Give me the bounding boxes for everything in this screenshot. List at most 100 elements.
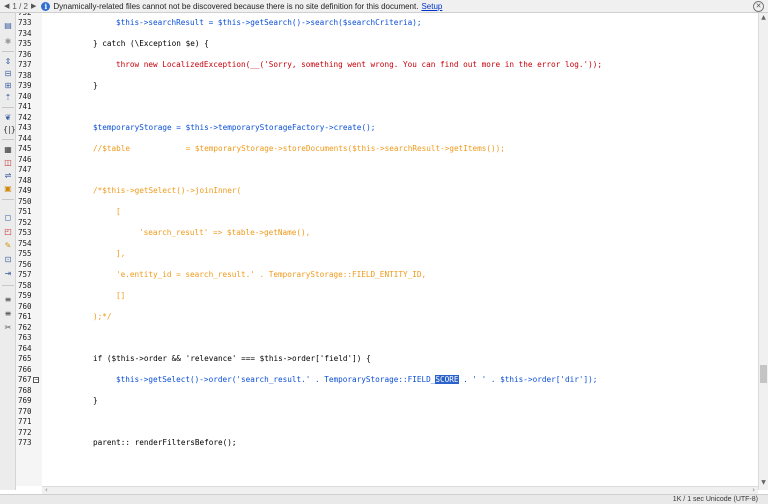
format-source-icon[interactable]: ≡ [3,309,13,318]
code-text: } catch (\Exception $e) { [93,39,209,48]
code-line-739: } [93,81,98,92]
scroll-up-icon[interactable]: ▲ [760,14,767,21]
indent-code-icon[interactable]: ⇥ [3,269,13,278]
toolbar-separator [2,51,14,52]
move-css-icon[interactable]: ⊡ [3,255,13,264]
collapse-selection-icon[interactable]: ⊞ [3,81,13,90]
line-number: 737 [18,60,32,69]
line-number: 747 [18,165,32,174]
code-text: throw new LocalizedException(__('Sorry, … [116,60,602,69]
info-bar: ◀ 1 / 2 ▶ i Dynamically-related files ca… [0,0,768,13]
line-number: 733 [18,18,32,27]
line-number: 761 [18,312,32,321]
line-number: 746 [18,154,32,164]
code-text: $this->searchResult = $this->getSearch()… [116,18,422,27]
show-code-navigator-icon[interactable]: ✱ [3,37,13,46]
vertical-scrollbar[interactable]: ▲ ▼ [758,13,768,490]
code-text: $this->getSelect()->order('search_result… [116,375,436,384]
next-arrow-icon[interactable]: ▶ [31,0,36,13]
code-line-769: } [93,396,98,407]
line-number: 736 [18,49,32,59]
line-number: 768 [18,385,32,395]
collapse-full-tag-icon[interactable]: ⊟ [3,69,13,78]
line-number: 759 [18,291,32,300]
highlight-invalid-code-icon[interactable]: ▦ [3,145,13,154]
line-number: 766 [18,364,32,374]
line-number: 764 [18,343,32,353]
line-number: 772 [18,427,32,437]
code-line-751: [ [116,207,121,218]
outdent-code-icon[interactable]: ≡ [3,295,13,304]
toolbar-separator [2,107,14,108]
code-text: );*/ [93,312,112,321]
setup-link[interactable]: Setup [421,0,442,13]
line-number: 755 [18,249,32,258]
code-line-753: 'search_result' => $table->getName(), [139,228,310,239]
code-line-755: ], [116,249,125,260]
line-number: 770 [18,406,32,416]
line-number: 744 [18,133,32,143]
line-number: 751 [18,207,32,216]
info-icon: i [41,1,51,11]
code-line-765: if ($this->order && 'relevance' === $thi… [93,354,371,365]
vertical-scroll-thumb[interactable] [760,365,767,383]
line-number: 756 [18,259,32,269]
code-line-761: );*/ [93,312,112,323]
code-text: } [93,81,98,90]
code-text: ], [116,249,126,258]
code-line-743: $temporaryStorage = $this->temporaryStor… [93,123,375,134]
code-text: [ [116,207,121,216]
toolbar-separator [2,285,14,286]
coding-toolbar: ▤ ✱ ⇕ ⊟ ⊞ ⇡ ❦ {|} ▦ ◫ ⇌ ▣ ◻ ◰ ✎ ⊡ ⇥ ≡ ≡ … [0,13,16,490]
line-number: 771 [18,417,32,426]
scroll-left-icon[interactable]: ‹ [45,486,48,494]
select-parent-tag-icon[interactable]: ⇡ [3,93,13,102]
code-text: 'e.entity_id = search_result.' . Tempora… [116,270,427,279]
line-number: 769 [18,396,32,405]
expand-all-icon[interactable]: ⇕ [3,57,13,66]
scroll-right-icon[interactable]: › [752,486,755,494]
selected-text[interactable]: SCORE [435,375,459,384]
apply-comment-icon[interactable]: ▣ [3,184,13,193]
code-line-735: } catch (\Exception $e) { [93,39,209,50]
line-numbers-icon[interactable]: {|} [3,125,16,134]
word-wrap-icon[interactable]: ⇌ [3,171,13,180]
line-number: 757 [18,270,32,279]
line-number: 734 [18,28,32,38]
line-number: 767 [18,375,32,384]
horizontal-scrollbar[interactable]: ‹ › [42,486,758,494]
line-number: 739 [18,81,32,90]
code-text: } [93,396,98,405]
info-message: Dynamically-related files cannot not be … [53,1,419,11]
code-text: /*$this->getSelect()->joinInner( [93,186,242,195]
previous-arrow-icon[interactable]: ◀ [4,0,9,13]
line-number: 740 [18,91,32,101]
fold-toggle-icon[interactable]: − [33,377,39,383]
line-number: 752 [18,217,32,227]
code-text: . ' ' . $this->order['dir']); [458,375,598,384]
line-number: 763 [18,333,32,342]
line-number: 760 [18,301,32,311]
line-number: 765 [18,354,32,363]
line-number-gutter[interactable]: 7327337347357367377387397407417427437447… [16,13,42,486]
close-icon[interactable]: ✕ [753,1,764,12]
syntax-coloring-icon[interactable]: ◫ [3,158,13,167]
open-documents-icon[interactable]: ▤ [3,21,13,30]
code-text: [] [116,291,126,300]
status-bar: 1K / 1 sec Unicode (UTF-8) [0,494,768,504]
apply-source-formatting-icon[interactable]: ✂ [3,323,13,332]
code-line-745: //$table = $temporaryStorage->storeDocum… [93,144,505,155]
line-number: 743 [18,123,32,132]
remove-comment-icon[interactable]: ◻ [3,213,13,222]
line-number: 749 [18,186,32,195]
line-number: 750 [18,196,32,206]
balance-braces-icon[interactable]: ❦ [3,113,13,122]
code-line-757: 'e.entity_id = search_result.' . Tempora… [116,270,426,281]
related-files-nav: ◀ 1 / 2 ▶ [0,0,36,13]
toolbar-separator [2,199,14,200]
wrap-tag-icon[interactable]: ◰ [3,227,13,236]
recent-snippets-icon[interactable]: ✎ [3,241,13,250]
code-editor[interactable]: $this->searchResult = $this->getSearch()… [42,13,758,486]
code-text: 'search_result' => $table->getName(), [139,228,311,237]
scroll-down-icon[interactable]: ▼ [760,479,767,486]
